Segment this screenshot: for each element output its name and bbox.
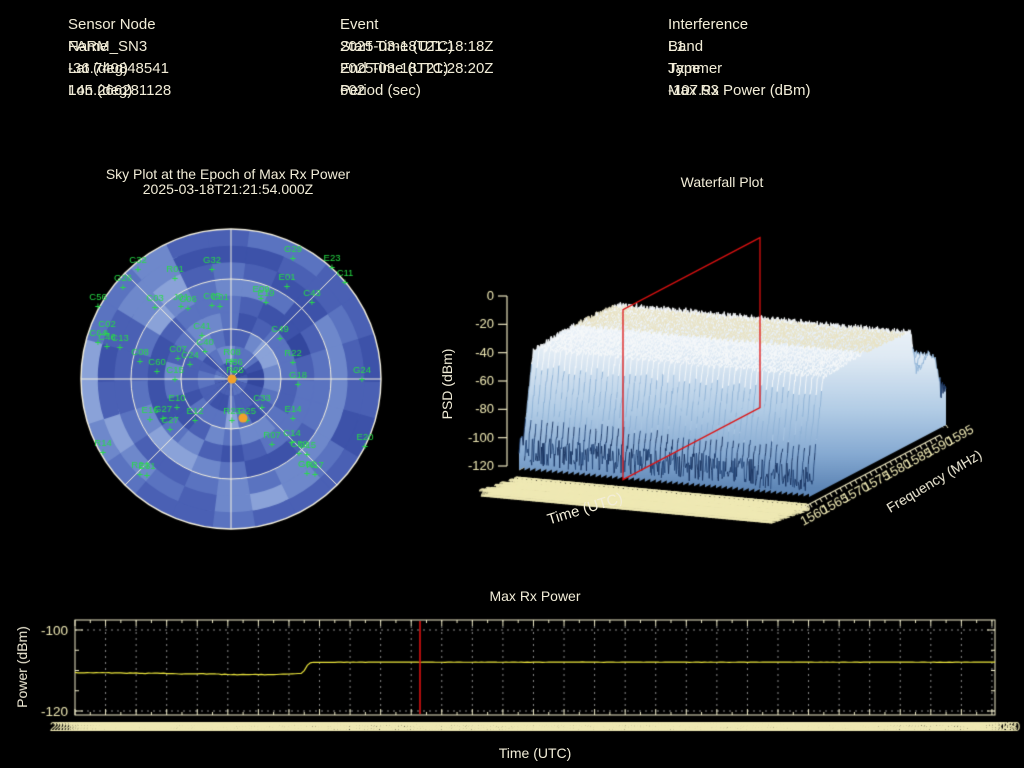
waterfall-title: Waterfall Plot [680, 174, 764, 190]
waterfall-psd-axis-label: PSD (dBm) [439, 348, 455, 420]
field-value: -107.93 [668, 82, 719, 99]
field-value: 2025-03-18T21:28:20Z [340, 60, 494, 77]
dashboard: Sensor Node Name FARM_SN3 Lat (deg) -36.… [0, 0, 1024, 768]
field-value: 602 [340, 82, 366, 99]
field-value: L1 [668, 38, 685, 55]
power-chart-y-axis-label: Power (dBm) [14, 626, 30, 708]
section-title: Sensor Node [68, 16, 156, 33]
section-title: Event [340, 16, 379, 33]
field-value: 145.266281128 [68, 82, 172, 99]
field-label: Band [668, 38, 704, 55]
section-title: Interference [668, 16, 749, 33]
sky-plot-epoch: 2025-03-18T21:21:54.000Z [142, 181, 314, 197]
plots-canvas [0, 0, 1024, 768]
sky-plot-title: Sky Plot at the Epoch of Max Rx Power [105, 166, 351, 182]
field-value: FARM_SN3 [68, 38, 148, 55]
field-value: Jammer [668, 60, 723, 77]
power-chart-x-axis-label: Time (UTC) [498, 745, 572, 761]
field-value: -36.740848541 [68, 60, 169, 77]
power-chart-title: Max Rx Power [489, 588, 581, 604]
field-value: 2025-03-18T21:18:18Z [340, 38, 494, 55]
